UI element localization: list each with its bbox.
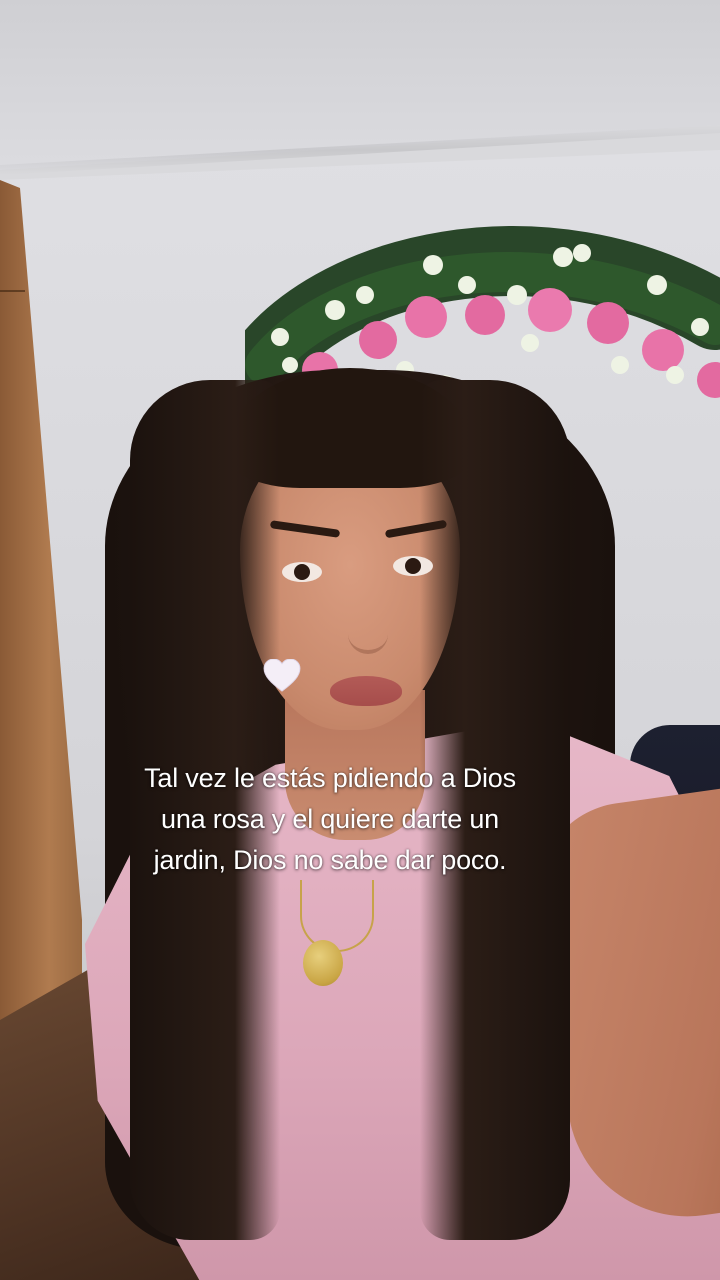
door-seam — [0, 290, 25, 292]
caption-line: jardin, Dios no sabe dar poco. — [153, 845, 507, 875]
necklace-medal — [303, 940, 343, 986]
caption-text: Tal vez le estás pidiendo a Dios una ros… — [60, 758, 600, 881]
necklace-chain — [300, 880, 374, 952]
caption-line: una rosa y el quiere darte un — [161, 804, 499, 834]
left-eye — [282, 562, 322, 582]
caption-line: Tal vez le estás pidiendo a Dios — [144, 763, 516, 793]
photo-scene — [0, 0, 720, 1280]
right-eye — [393, 556, 433, 576]
nose — [348, 590, 388, 654]
white-heart-icon — [262, 656, 302, 696]
lips — [330, 676, 402, 706]
